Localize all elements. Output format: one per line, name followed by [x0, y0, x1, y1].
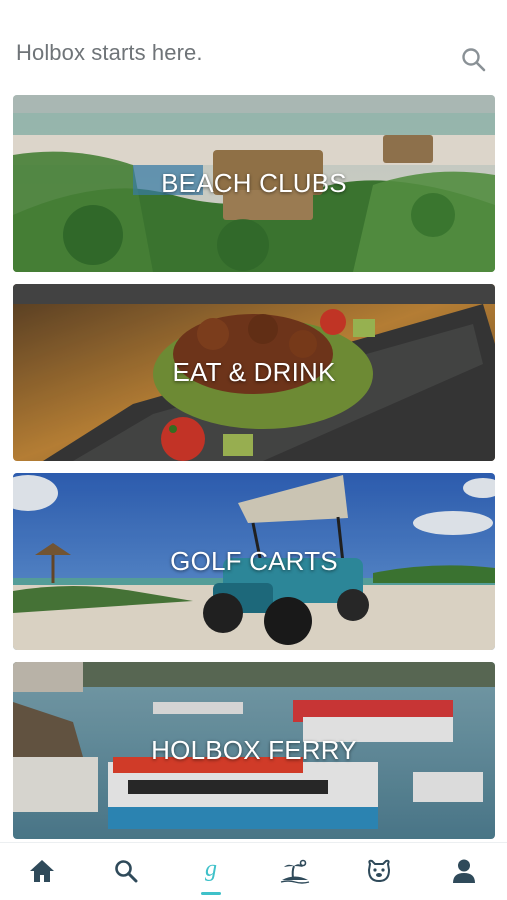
header: Holbox starts here. — [0, 0, 507, 94]
search-icon — [462, 48, 486, 72]
header-search-button[interactable] — [460, 46, 488, 74]
category-label: BEACH CLUBS — [161, 168, 347, 198]
home-icon — [30, 860, 54, 882]
g-logo-icon: g — [205, 856, 217, 882]
dog-icon — [367, 859, 391, 883]
tab-search[interactable] — [106, 853, 146, 889]
tab-guide[interactable]: g — [191, 853, 231, 889]
category-card-golf-carts[interactable]: GOLF CARTS — [13, 473, 495, 650]
category-label: HOLBOX FERRY — [151, 735, 357, 765]
tab-island[interactable] — [275, 853, 315, 889]
tab-home[interactable] — [22, 853, 62, 889]
category-card-beach-clubs[interactable]: BEACH CLUBS — [13, 95, 495, 272]
island-icon — [280, 859, 310, 884]
user-icon — [453, 859, 475, 883]
active-tab-indicator — [201, 892, 221, 895]
category-card-eat-drink[interactable]: EAT & DRINK — [13, 284, 495, 461]
category-label: GOLF CARTS — [170, 546, 338, 576]
svg-text:g: g — [205, 856, 217, 882]
bottom-tab-bar: g — [0, 842, 507, 900]
category-label: EAT & DRINK — [172, 357, 336, 387]
page-tagline: Holbox starts here. — [16, 40, 203, 65]
search-icon — [115, 860, 138, 883]
tab-pets[interactable] — [359, 853, 399, 889]
tab-profile[interactable] — [444, 853, 484, 889]
category-card-holbox-ferry[interactable]: HOLBOX FERRY — [13, 662, 495, 839]
